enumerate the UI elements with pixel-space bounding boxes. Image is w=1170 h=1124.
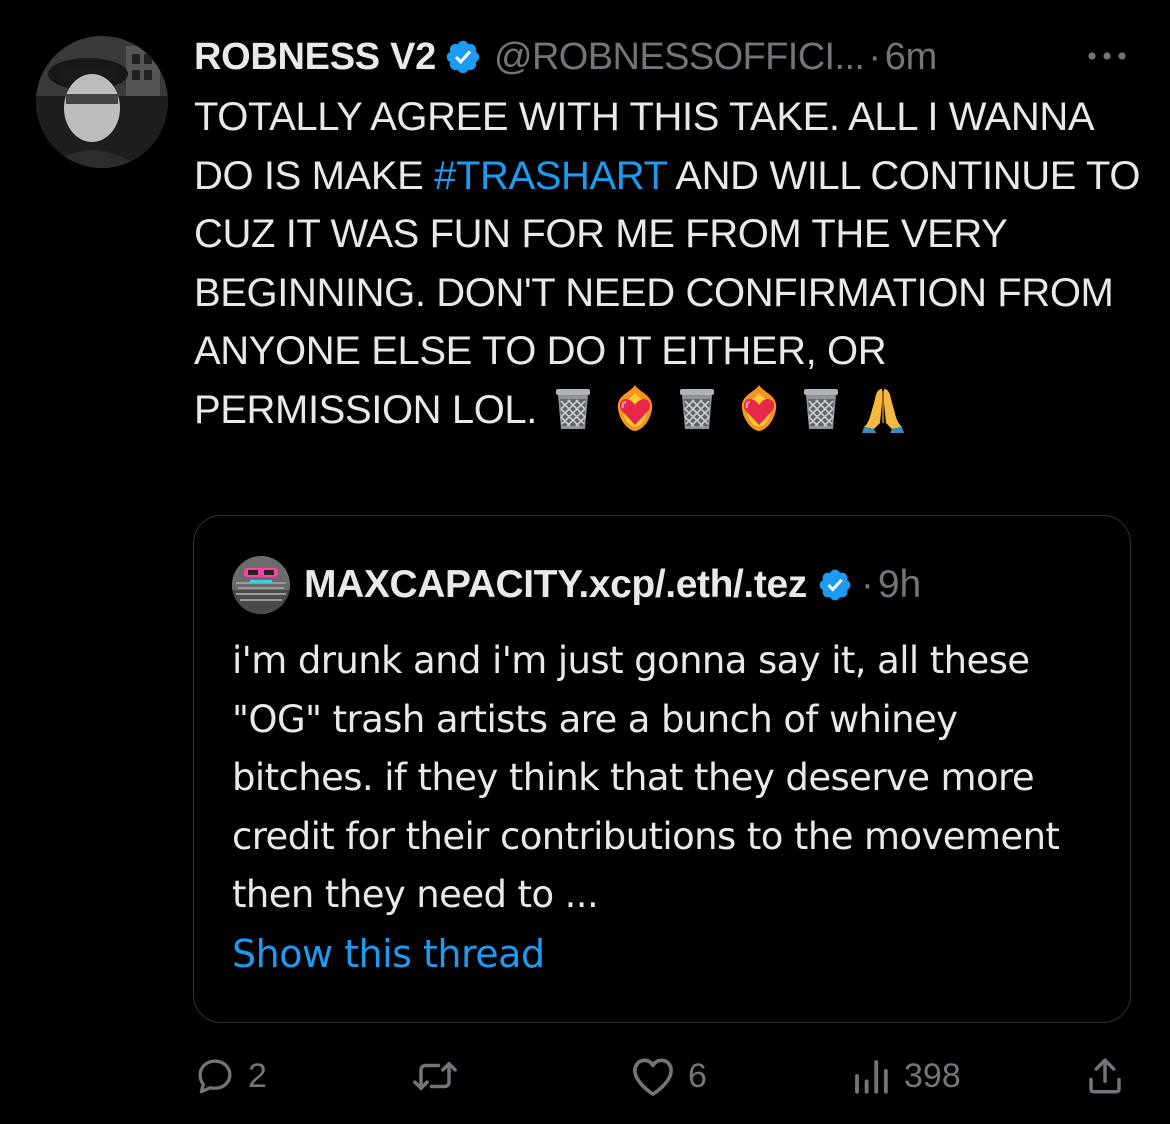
tweet-header: ROBNESS V2 @ROBNESSOFFICI... · 6m — [194, 32, 937, 82]
like-button[interactable]: 6 — [630, 1048, 707, 1104]
tweet-actions: 2 6 398 — [0, 1048, 1170, 1104]
hashtag-link[interactable]: #TRASHART — [434, 154, 667, 198]
quoted-tweet[interactable]: MAXCAPACITY.xcp/.eth/.tez · 9h i'm drunk… — [193, 515, 1131, 1023]
more-options-icon[interactable] — [1084, 44, 1130, 68]
header-separator: · — [868, 35, 881, 78]
verified-badge-icon — [819, 569, 851, 601]
quoted-tweet-timestamp[interactable]: 9h — [878, 563, 921, 607]
tweet-timestamp[interactable]: 6m — [885, 36, 938, 79]
share-button[interactable] — [1084, 1048, 1126, 1104]
heart-on-fire-icon — [741, 384, 776, 431]
wastebasket-icon — [555, 388, 590, 429]
tweet-text: TOTALLY AGREE WITH THIS TAKE. ALL I WANN… — [194, 88, 1144, 439]
views-chart-icon — [855, 1060, 888, 1094]
reply-icon — [198, 1059, 232, 1094]
author-display-name[interactable]: ROBNESS V2 — [194, 36, 436, 79]
retweet-button[interactable] — [410, 1048, 472, 1104]
quoted-tweet-header: MAXCAPACITY.xcp/.eth/.tez · 9h — [232, 556, 921, 614]
show-thread-link[interactable]: Show this thread — [232, 932, 545, 976]
quoted-header-separator: · — [860, 563, 874, 606]
wastebasket-icon — [679, 388, 714, 429]
folded-hands-icon — [861, 388, 904, 433]
quoted-author-avatar — [232, 556, 290, 614]
author-avatar[interactable] — [36, 36, 168, 168]
views-button[interactable]: 398 — [850, 1048, 961, 1104]
quoted-tweet-text: i'm drunk and i'm just gonna say it, all… — [232, 639, 1060, 916]
wastebasket-icon — [803, 388, 838, 429]
heart-on-fire-icon — [617, 384, 652, 431]
reply-count: 2 — [248, 1056, 267, 1095]
author-handle[interactable]: @ROBNESSOFFICI... — [494, 36, 865, 79]
retweet-icon — [413, 1062, 457, 1090]
like-count: 6 — [688, 1056, 707, 1095]
verified-badge-icon — [446, 40, 480, 74]
tweet[interactable]: ROBNESS V2 @ROBNESSOFFICI... · 6m TOTALL… — [0, 0, 1170, 1124]
heart-icon — [633, 1058, 673, 1096]
views-count: 398 — [904, 1056, 961, 1095]
share-icon — [1089, 1058, 1121, 1094]
reply-button[interactable]: 2 — [194, 1048, 267, 1104]
quoted-author-display-name[interactable]: MAXCAPACITY.xcp/.eth/.tez — [304, 563, 807, 607]
